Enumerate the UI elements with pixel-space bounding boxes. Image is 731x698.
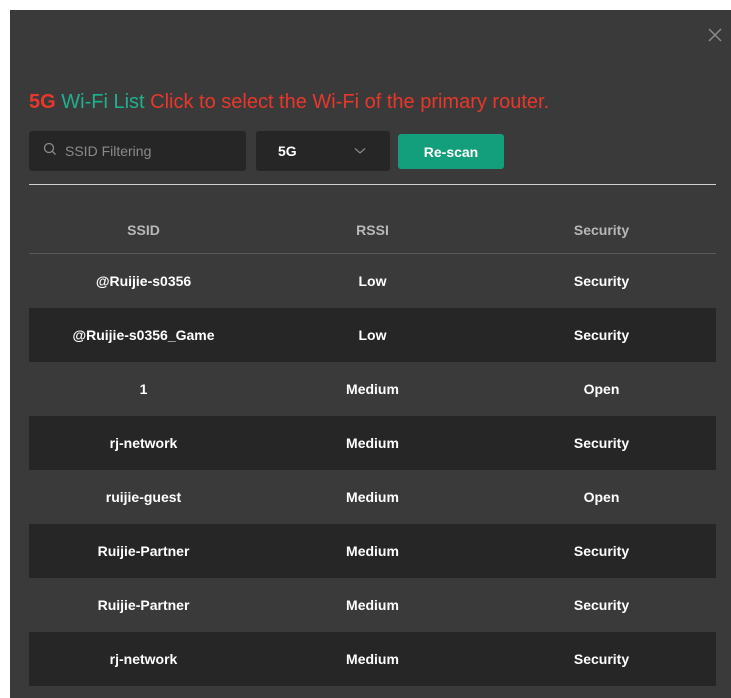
cell-security: Security [487,578,716,632]
cell-rssi: Medium [258,578,487,632]
rescan-button[interactable]: Re-scan [398,134,504,169]
cell-rssi: Low [258,253,487,308]
cell-ssid: rj-network [29,416,258,470]
table-row[interactable]: Ruijie-Partner Medium Security [29,524,716,578]
cell-security: Security [487,524,716,578]
cell-security: Security [487,253,716,308]
title-hint: Click to select the Wi-Fi of the primary… [150,91,550,113]
ssid-search-input[interactable] [63,142,237,160]
divider [29,184,716,185]
table-row[interactable]: rj-network Medium Security [29,416,716,470]
cell-rssi: Medium [258,470,487,524]
title-wifi-list: Wi-Fi List [55,91,151,113]
column-header-security[interactable]: Security [487,206,716,254]
cell-ssid: ruijie-guest [29,470,258,524]
band-select[interactable]: 5G [256,131,390,171]
cell-security: Security [487,308,716,362]
table-row[interactable]: Ruijie-Partner Medium Security [29,578,716,632]
cell-security: Open [487,470,716,524]
cell-security: Security [487,632,716,686]
cell-ssid: @Ruijie-s0356 [29,253,258,308]
cell-rssi: Medium [258,632,487,686]
column-header-rssi[interactable]: RSSI [258,206,487,254]
cell-rssi: Medium [258,362,487,416]
cell-security: Security [487,416,716,470]
cell-rssi: Medium [258,524,487,578]
column-header-ssid[interactable]: SSID [29,206,258,254]
table-row[interactable]: @Ruijie-s0356 Low Security [29,253,716,308]
table-header-row: SSID RSSI Security [29,206,716,254]
title-band: 5G [29,91,56,113]
cell-ssid: 1 [29,362,258,416]
table-row[interactable]: rj-network Medium Security [29,632,716,686]
cell-rssi: Medium [258,416,487,470]
cell-ssid: Ruijie-Partner [29,578,258,632]
cell-security: Open [487,362,716,416]
table-row[interactable]: ruijie-guest Medium Open [29,470,716,524]
cell-ssid: @Ruijie-s0356_Game [29,308,258,362]
cell-rssi: Low [258,308,487,362]
cell-ssid: Ruijie-Partner [29,524,258,578]
ssid-search-box[interactable] [29,131,246,171]
table-row[interactable]: 1 Medium Open [29,362,716,416]
search-icon [43,142,57,161]
cell-ssid: rj-network [29,632,258,686]
wifi-table: SSID RSSI Security @Ruijie-s0356 Low Sec… [29,206,716,686]
table-row[interactable]: @Ruijie-s0356_Game Low Security [29,308,716,362]
close-icon[interactable] [706,26,724,44]
dialog-title: 5G Wi-Fi List Click to select the Wi-Fi … [29,90,549,114]
wifi-list-dialog: 5G Wi-Fi List Click to select the Wi-Fi … [10,10,731,698]
band-select-value: 5G [278,143,297,159]
